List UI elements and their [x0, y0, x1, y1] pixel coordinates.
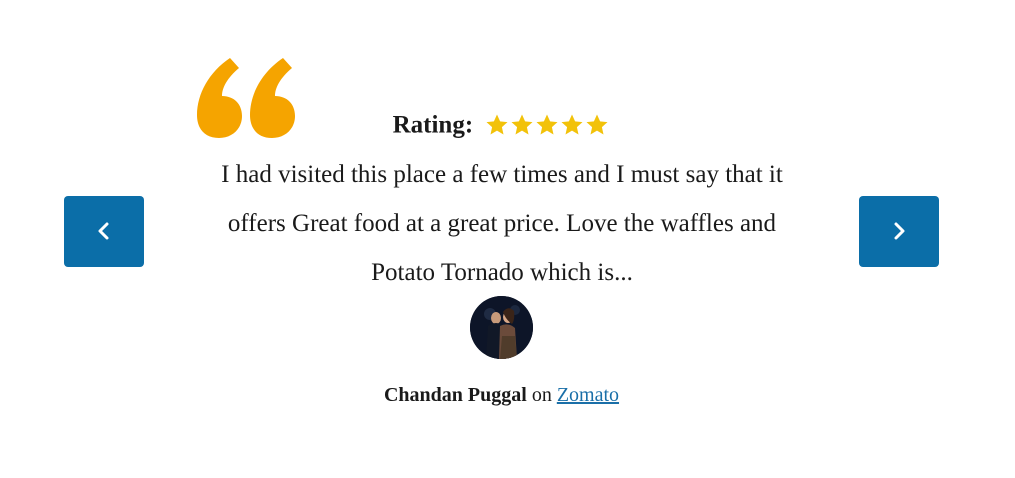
author-name: Chandan Puggal: [383, 384, 527, 406]
star-icon: [586, 114, 608, 135]
next-button[interactable]: [859, 196, 939, 267]
star-rating: [485, 107, 610, 139]
chevron-right-icon: [894, 222, 905, 240]
author-line: Chandan Puggal on Zomato: [0, 381, 1003, 409]
author-connector: on: [531, 384, 552, 406]
star-icon: [511, 114, 533, 135]
rating-row: Rating:: [0, 108, 1003, 141]
previous-button[interactable]: [64, 196, 144, 267]
avatar: [470, 296, 533, 359]
source-link[interactable]: Zomato: [557, 384, 619, 406]
star-icon: [486, 114, 508, 135]
rating-label: Rating:: [392, 111, 474, 139]
testimonial-slide: Rating: I had visited this place a few t…: [0, 0, 1015, 478]
star-icon: [536, 114, 558, 135]
star-icon: [561, 114, 583, 135]
review-text: I had visited this place a few times and…: [221, 161, 783, 286]
chevron-left-icon: [98, 222, 109, 240]
